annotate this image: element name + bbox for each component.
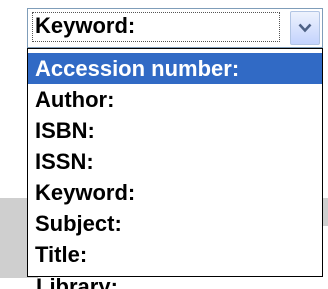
- dropdown-option-keyword[interactable]: Keyword:: [28, 177, 322, 208]
- dropdown-option-isbn[interactable]: ISBN:: [28, 115, 322, 146]
- dropdown-options-list: Accession number: Author: ISBN: ISSN: Ke…: [27, 48, 323, 277]
- dropdown-option-author[interactable]: Author:: [28, 84, 322, 115]
- dropdown-option-accession-number[interactable]: Accession number:: [28, 53, 322, 84]
- dropdown-option-issn[interactable]: ISSN:: [28, 146, 322, 177]
- dropdown-option-subject[interactable]: Subject:: [28, 208, 322, 239]
- select-current-value: Keyword:: [35, 13, 136, 38]
- chevron-down-icon: [298, 23, 312, 33]
- search-field-select[interactable]: Keyword:: [27, 8, 323, 48]
- dropdown-option-title[interactable]: Title:: [28, 239, 322, 270]
- dropdown-toggle-button[interactable]: [290, 11, 320, 45]
